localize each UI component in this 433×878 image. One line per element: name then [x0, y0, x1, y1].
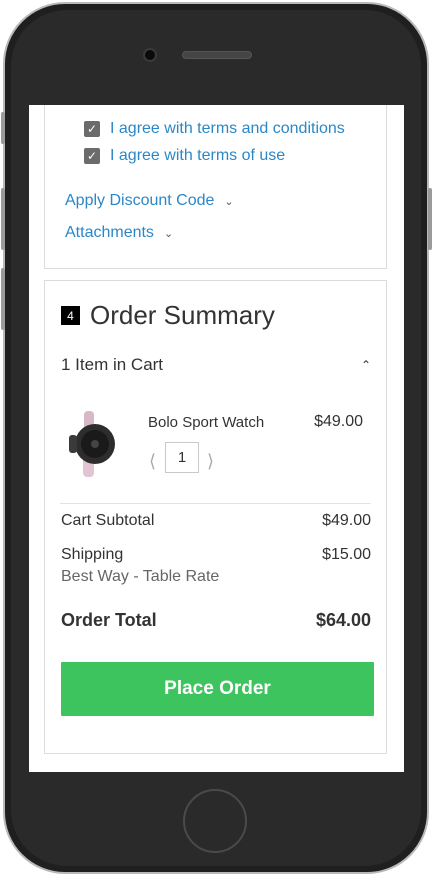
product-thumbnail: [69, 411, 115, 477]
place-order-button[interactable]: Place Order: [61, 662, 374, 716]
phone-power-button: [428, 188, 432, 250]
apply-discount-toggle[interactable]: Apply Discount Code ⌄: [65, 192, 234, 210]
check-icon[interactable]: ✓: [84, 121, 100, 137]
step-number-badge: 4: [61, 306, 80, 325]
terms-of-use-link[interactable]: I agree with terms of use: [110, 147, 285, 165]
front-camera: [143, 48, 157, 62]
check-icon[interactable]: ✓: [84, 148, 100, 164]
chevron-down-icon: ⌄: [224, 195, 234, 208]
checkout-screen: ✓ I agree with terms and conditions ✓ I …: [29, 105, 404, 772]
quantity-input[interactable]: 1: [165, 442, 199, 473]
items-in-cart-toggle[interactable]: 1 Item in Cart: [61, 355, 163, 375]
phone-side-button-low: [1, 268, 5, 330]
shipping-label: Shipping: [61, 546, 124, 563]
chevron-left-icon[interactable]: ⟨: [149, 451, 156, 472]
chevron-up-icon[interactable]: ⌃: [361, 358, 371, 372]
home-button[interactable]: [183, 789, 247, 853]
subtotal-value: $49.00: [322, 512, 371, 529]
attachments-toggle[interactable]: Attachments ⌄: [65, 224, 173, 242]
shipping-value: $15.00: [322, 546, 371, 563]
summary-divider: [60, 503, 371, 504]
phone-side-button-mid: [1, 188, 5, 250]
product-name[interactable]: Bolo Sport Watch: [148, 414, 264, 431]
earpiece-speaker: [182, 51, 252, 59]
terms-conditions-row[interactable]: ✓ I agree with terms and conditions: [84, 120, 345, 138]
chevron-right-icon[interactable]: ⟩: [207, 451, 214, 472]
order-summary-box: 4 Order Summary 1 Item in Cart ⌃ Bolo Sp…: [44, 280, 387, 754]
chevron-down-icon: ⌄: [163, 227, 174, 240]
order-total-label: Order Total: [61, 610, 157, 630]
apply-discount-label[interactable]: Apply Discount Code: [65, 192, 214, 210]
attachments-label[interactable]: Attachments: [65, 224, 154, 242]
product-price: $49.00: [314, 413, 363, 430]
terms-of-use-row[interactable]: ✓ I agree with terms of use: [84, 147, 285, 165]
subtotal-label: Cart Subtotal: [61, 512, 155, 529]
phone-side-button-top: [1, 112, 5, 144]
shipping-method: Best Way - Table Rate: [61, 568, 220, 585]
order-summary-title: Order Summary: [90, 300, 275, 330]
order-total-value: $64.00: [315, 610, 371, 630]
terms-conditions-link[interactable]: I agree with terms and conditions: [110, 120, 345, 138]
